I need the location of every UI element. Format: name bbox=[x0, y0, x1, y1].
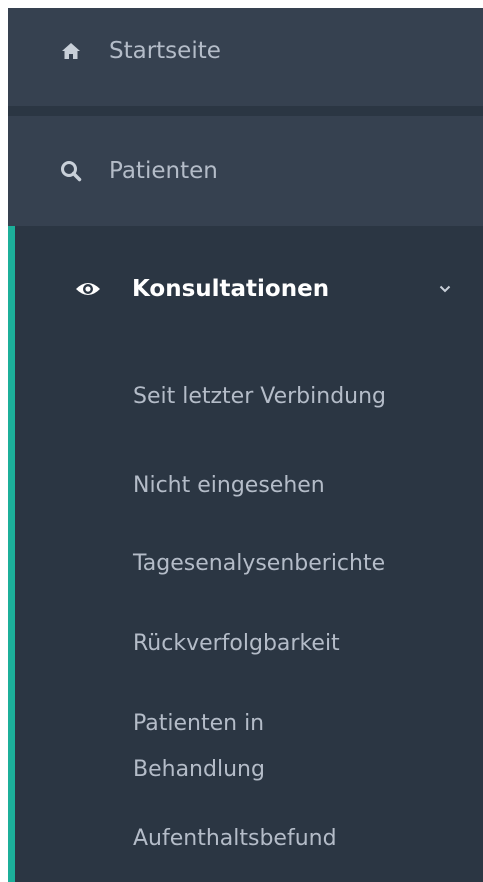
submenu-item-tagesenalysenberichte[interactable]: Tagesenalysenberichte bbox=[133, 541, 473, 587]
submenu-item-nicht-eingesehen[interactable]: Nicht eingesehen bbox=[133, 463, 473, 509]
sidebar-item-startseite[interactable]: Startseite bbox=[8, 8, 483, 106]
sidebar-item-label: Patienten bbox=[109, 158, 218, 184]
submenu-item-aufenthaltsbefund[interactable]: Aufenthaltsbefund bbox=[133, 816, 473, 862]
search-icon bbox=[58, 158, 84, 184]
submenu-item-patienten-in-behandlung[interactable]: Patienten in Behandlung bbox=[133, 701, 353, 793]
home-icon bbox=[58, 38, 84, 64]
sidebar-item-konsultationen[interactable]: Konsultationen bbox=[15, 226, 483, 352]
sidebar-item-label: Startseite bbox=[109, 38, 221, 64]
chevron-down-icon[interactable] bbox=[437, 281, 453, 297]
sidebar: Startseite Patienten Konsultationen Seit… bbox=[8, 8, 483, 882]
active-indicator bbox=[8, 226, 15, 882]
eye-icon bbox=[73, 274, 103, 304]
sidebar-item-patienten[interactable]: Patienten bbox=[8, 116, 483, 226]
submenu-item-seit-letzter-verbindung[interactable]: Seit letzter Verbindung bbox=[133, 374, 473, 420]
sidebar-section-konsultationen: Konsultationen Seit letzter Verbindung N… bbox=[8, 226, 483, 882]
section-label: Konsultationen bbox=[132, 276, 330, 302]
submenu-item-rueckverfolgbarkeit[interactable]: Rückverfolgbarkeit bbox=[133, 621, 473, 667]
